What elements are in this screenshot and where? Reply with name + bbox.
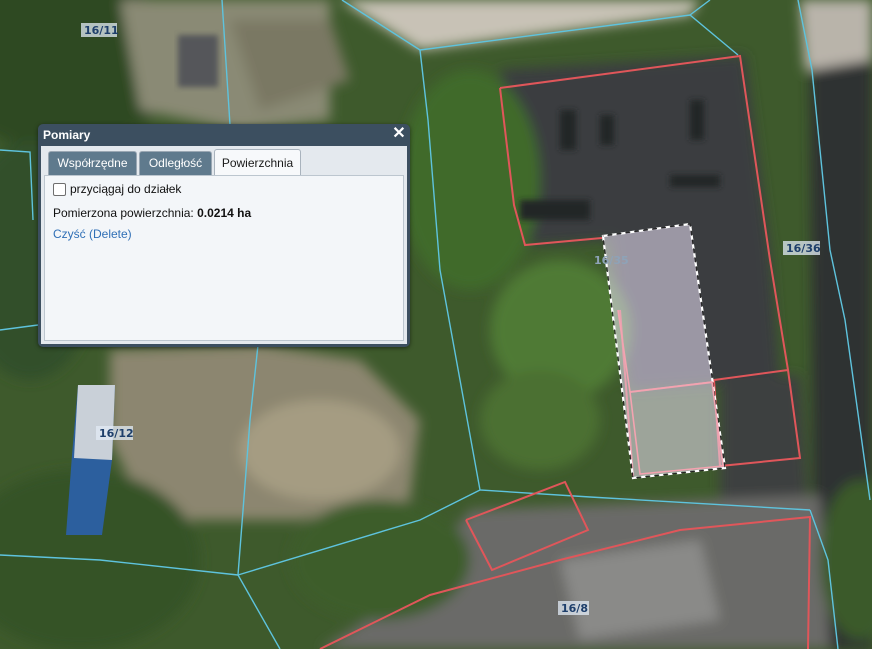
area-panel: przyciągaj do działek Pomierzona powierz…: [44, 175, 404, 341]
dialog-title: Pomiary: [43, 128, 91, 142]
tab-distance[interactable]: Odległość: [139, 151, 212, 175]
close-icon[interactable]: ✕: [390, 124, 408, 144]
snap-checkbox[interactable]: [53, 183, 66, 196]
tab-area[interactable]: Powierzchnia: [214, 149, 301, 176]
dialog-titlebar[interactable]: Pomiary ✕: [38, 124, 410, 146]
area-value: 0.0214 ha: [197, 206, 252, 220]
measurements-dialog[interactable]: Pomiary ✕ Współrzędne Odległość Powierzc…: [38, 124, 410, 347]
tab-coordinates[interactable]: Współrzędne: [48, 151, 137, 175]
area-label: Pomierzona powierzchnia:: [53, 206, 194, 220]
parcel-label-16-12: 16/12: [99, 427, 134, 440]
parcel-label-16-36: 16/36: [786, 242, 821, 255]
parcel-label-16-35: 16/35: [594, 254, 629, 267]
snap-label[interactable]: przyciągaj do działek: [70, 182, 181, 196]
parcel-label-16-8: 16/8: [561, 602, 588, 615]
parcel-label-16-11: 16/11: [84, 24, 119, 37]
measured-area: Pomierzona powierzchnia: 0.0214 ha: [53, 206, 251, 220]
dialog-body: Współrzędne Odległość Powierzchnia przyc…: [41, 146, 407, 344]
clear-link[interactable]: Czyść (Delete): [53, 227, 132, 241]
